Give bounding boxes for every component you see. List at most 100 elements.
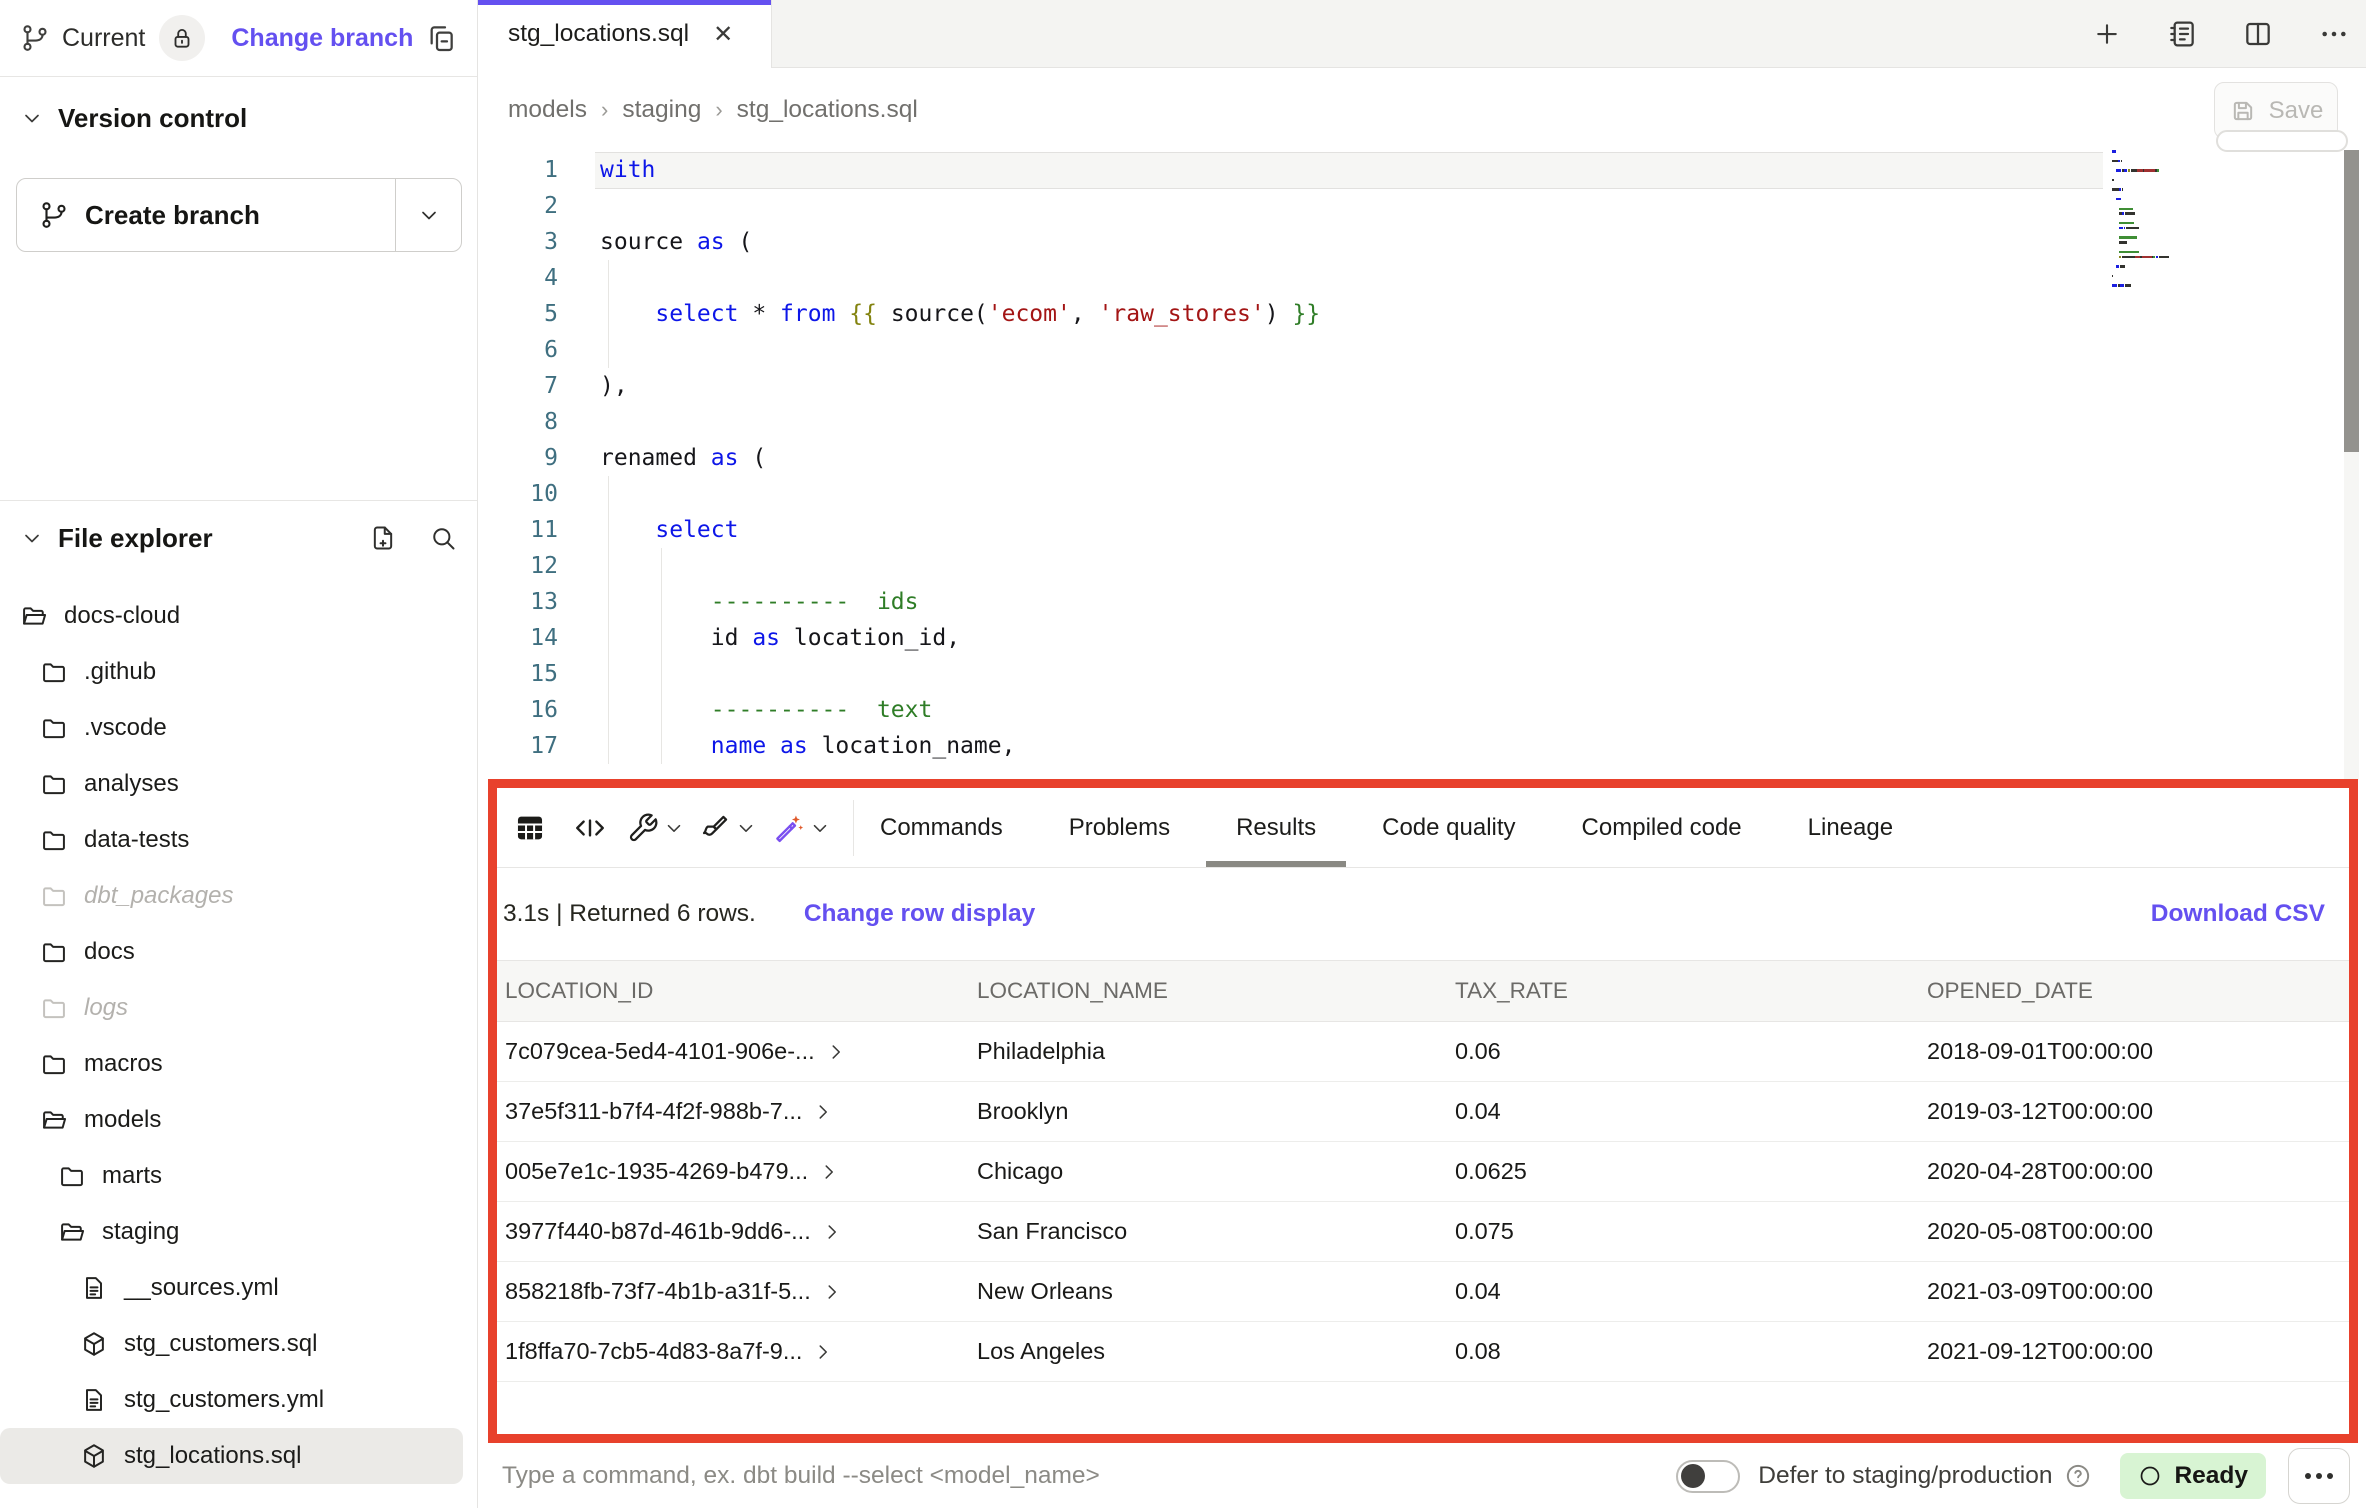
status-more-button[interactable] [2288,1448,2350,1504]
more-options-button[interactable] [2318,18,2350,50]
expand-row-icon[interactable] [825,1041,847,1063]
panel-tab-compiled-code[interactable]: Compiled code [1582,788,1742,867]
model-icon [80,1330,108,1358]
tree-item--github[interactable]: .github [0,644,477,700]
compile-code-button[interactable] [567,805,613,851]
defer-label: Defer to staging/production [1758,1462,2052,1490]
chevron-down-icon [735,817,757,839]
panel-tab-results[interactable]: Results [1236,788,1316,867]
git-branch-icon [39,200,69,230]
tree-item-stg-customers-yml[interactable]: stg_customers.yml [0,1372,477,1428]
dbt-cloud-ide: Current Change branch Version control Cr… [0,0,2366,1508]
breadcrumb-item[interactable]: stg_locations.sql [737,96,918,124]
new-file-icon[interactable] [369,524,397,552]
chevron-down-icon [20,106,44,130]
cell-location_id: 3977f440-b87d-461b-9dd6-... [497,1218,969,1245]
cell-location_id: 1f8ffa70-7cb5-4d83-8a7f-9... [497,1338,969,1365]
tree-item-label: stg_customers.yml [124,1386,324,1414]
cell-opened_date: 2020-04-28T00:00:00 [1919,1158,2349,1185]
tree-item-stg-customers-sql[interactable]: stg_customers.sql [0,1316,477,1372]
tree-item-staging[interactable]: staging [0,1204,477,1260]
divider [853,800,854,856]
status-circle-icon [2138,1464,2162,1488]
table-icon [513,811,547,845]
code-line: source as ( [600,224,752,260]
tree-item--sources-yml[interactable]: __sources.yml [0,1260,477,1316]
build-menu-button[interactable] [627,812,685,844]
ai-assist-menu-button[interactable] [771,811,831,845]
close-icon[interactable]: ✕ [713,20,733,49]
editor-scrollbar [2344,150,2359,780]
line-number: 6 [478,332,558,368]
change-branch-link[interactable]: Change branch [231,24,413,53]
expand-row-icon[interactable] [818,1161,840,1183]
folder-icon [40,658,68,686]
tree-item-label: models [84,1106,161,1134]
tree-item-analyses[interactable]: analyses [0,756,477,812]
file-icon [80,1274,108,1302]
ide-status-badge[interactable]: Ready [2120,1453,2266,1499]
panel-toolbar: Commands Problems Results Code quality Compi… [497,788,2349,868]
tree-item-models[interactable]: models [0,1092,477,1148]
panel-tab-lineage[interactable]: Lineage [1808,788,1893,867]
tree-item-label: macros [84,1050,163,1078]
format-menu-button[interactable] [699,812,757,844]
tree-item-label: .vscode [84,714,167,742]
tree-item-dbt-packages[interactable]: dbt_packages [0,868,477,924]
tree-item-macros[interactable]: macros [0,1036,477,1092]
help-icon[interactable] [2064,1462,2092,1490]
tree-item--vscode[interactable]: .vscode [0,700,477,756]
tree-item-label: logs [84,994,128,1022]
copy-icon[interactable] [425,22,457,54]
expand-row-icon[interactable] [821,1281,843,1303]
create-branch-dropdown[interactable] [395,179,461,251]
new-tab-button[interactable] [2092,19,2122,49]
search-icon[interactable] [429,524,457,552]
current-branch-label: Current [62,24,145,53]
cell-tax_rate: 0.075 [1447,1218,1919,1245]
expand-row-icon[interactable] [821,1221,843,1243]
panel-tab-problems[interactable]: Problems [1069,788,1170,867]
line-number: 12 [478,548,558,584]
cell-opened_date: 2021-09-12T00:00:00 [1919,1338,2349,1365]
version-control-header[interactable]: Version control [0,92,477,144]
breadcrumb-item[interactable]: models [508,96,587,124]
tree-item-docs-cloud[interactable]: docs-cloud [0,588,477,644]
minimap[interactable] [2112,150,2262,289]
panel-tab-code-quality[interactable]: Code quality [1382,788,1515,867]
split-editor-button[interactable] [2242,18,2274,50]
folder-open-icon [40,1106,68,1134]
file-explorer-header[interactable]: File explorer [0,512,477,564]
tree-item-marts[interactable]: marts [0,1148,477,1204]
scrollbar-thumb[interactable] [2344,150,2359,452]
table-row: 858218fb-73f7-4b1b-a31f-5...New Orleans0… [497,1262,2349,1322]
breadcrumb-item[interactable]: staging [622,96,701,124]
code-line: renamed as ( [600,440,766,476]
cell-opened_date: 2018-09-01T00:00:00 [1919,1038,2349,1065]
create-branch-label: Create branch [85,200,260,231]
tree-item-logs[interactable]: logs [0,980,477,1036]
cell-opened_date: 2020-05-08T00:00:00 [1919,1218,2349,1245]
tree-item-docs[interactable]: docs [0,924,477,980]
tree-item-data-tests[interactable]: data-tests [0,812,477,868]
panel-tab-commands[interactable]: Commands [880,788,1003,867]
expand-row-icon[interactable] [812,1341,834,1363]
preview-table-button[interactable] [507,805,553,851]
code-line: id as location_id, [600,620,960,656]
tree-item-label: dbt_packages [84,882,233,910]
tree-item-stg-locations-sql[interactable]: stg_locations.sql [0,1428,463,1484]
defer-toggle[interactable] [1676,1460,1740,1493]
results-table-header: LOCATION_IDLOCATION_NAMETAX_RATEOPENED_D… [497,960,2349,1022]
breadcrumb: models›staging›stg_locations.sql [508,68,918,152]
download-csv-link[interactable]: Download CSV [2151,900,2325,928]
tree-item-label: docs [84,938,135,966]
create-branch-button[interactable]: Create branch [16,178,462,252]
editor-tabstrip: stg_locations.sql ✕ [478,0,2366,68]
change-row-display-link[interactable]: Change row display [804,900,1035,928]
expand-row-icon[interactable] [812,1101,834,1123]
command-input[interactable] [502,1462,1676,1490]
tree-item-label: docs-cloud [64,602,180,630]
save-icon [2229,97,2257,125]
tab-stg-locations-sql[interactable]: stg_locations.sql ✕ [478,0,772,68]
changelog-button[interactable] [2166,18,2198,50]
